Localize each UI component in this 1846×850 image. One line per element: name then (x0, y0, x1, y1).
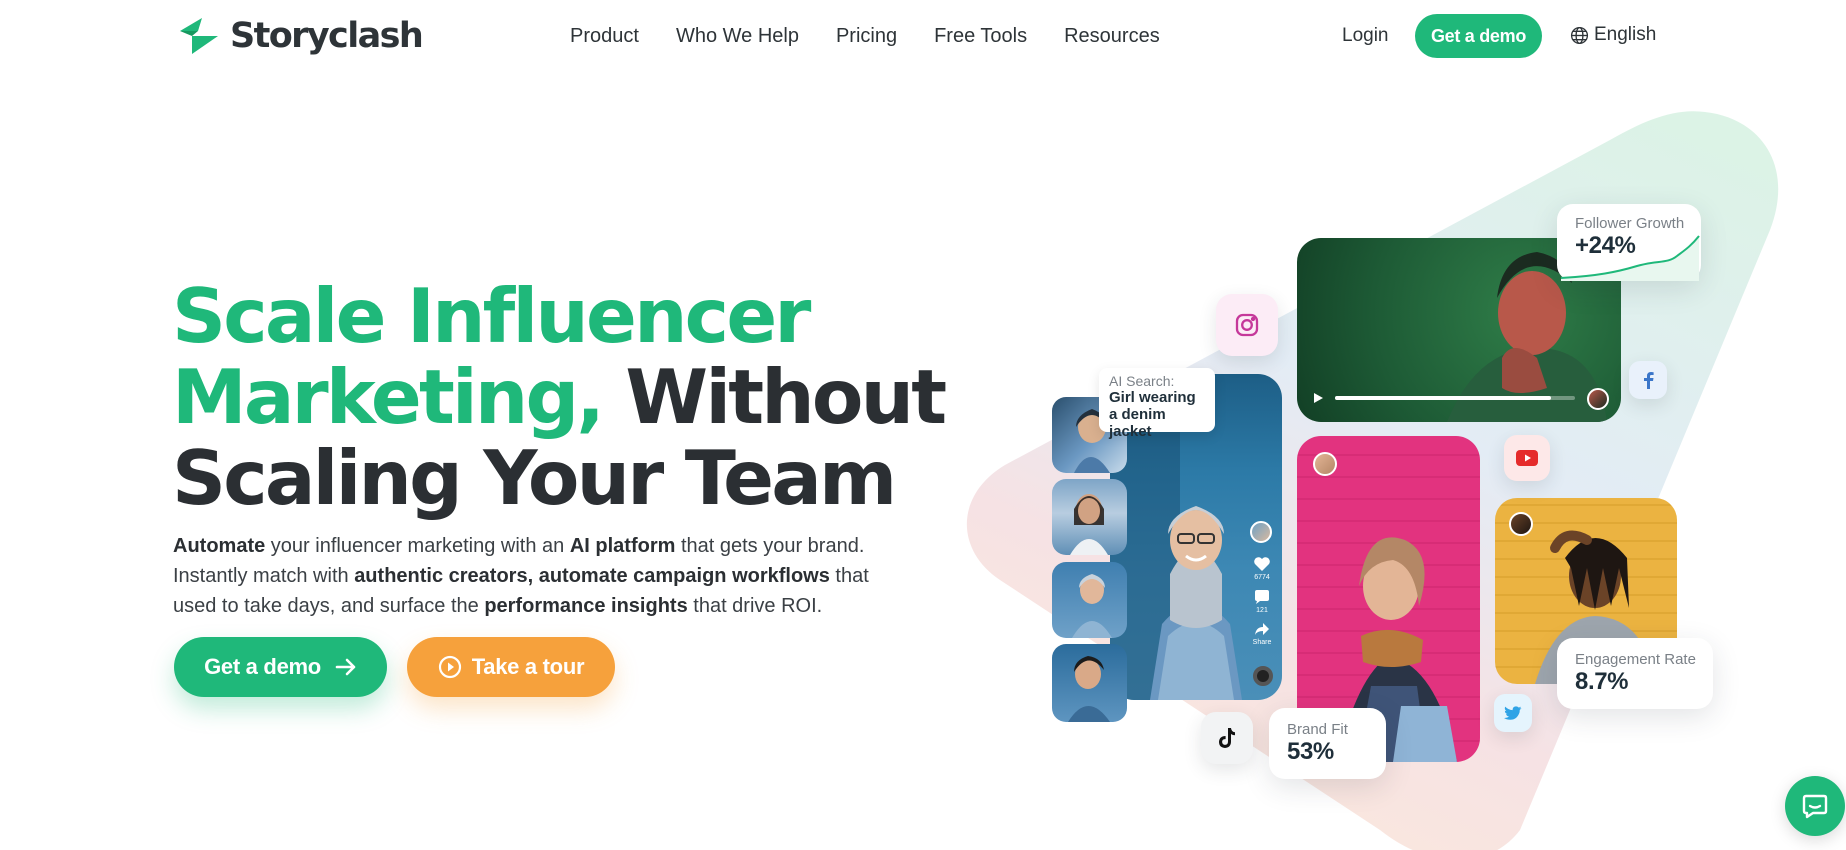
engagement-rate-card: Engagement Rate 8.7% (1557, 638, 1713, 709)
nav-product[interactable]: Product (570, 25, 639, 48)
hero-headline: Scale Influencer Marketing, Without Scal… (172, 276, 952, 519)
instagram-badge (1216, 294, 1278, 356)
pink-creator-avatar (1313, 452, 1337, 476)
brand-fit-label: Brand Fit (1287, 721, 1348, 738)
storyclash-logo[interactable]: Storyclash (178, 16, 424, 56)
tiktok-badge (1201, 712, 1253, 764)
ai-search-query: Girl wearing a denim jacket (1109, 389, 1196, 440)
youtube-badge (1504, 435, 1550, 481)
headline-line-1: Scale Influencer (172, 272, 811, 360)
heart-icon (1254, 557, 1270, 571)
video-progress-track (1335, 396, 1575, 400)
language-label: English (1594, 24, 1657, 45)
chat-widget-button[interactable] (1785, 776, 1845, 836)
brand-fit-card: Brand Fit 53% (1269, 708, 1386, 779)
lead-text-4: that drive ROI. (687, 595, 823, 617)
nav-get-a-demo-button[interactable]: Get a demo (1415, 14, 1542, 58)
hero-description: Automate your influencer marketing with … (173, 531, 893, 621)
nav-who-we-help[interactable]: Who We Help (676, 25, 799, 48)
brand-fit-value: 53% (1287, 738, 1334, 765)
comment-icon (1255, 590, 1269, 604)
login-link[interactable]: Login (1342, 25, 1389, 47)
nav-resources[interactable]: Resources (1064, 25, 1160, 48)
lead-bold-1: Automate (173, 535, 266, 557)
headline-dark-1: Without (625, 353, 947, 441)
follower-growth-label: Follower Growth (1575, 215, 1685, 232)
video-creator-avatar (1587, 388, 1609, 410)
tiktok-icon (1219, 728, 1235, 748)
video-progress-fill (1335, 396, 1551, 400)
yellow-creator-avatar (1509, 512, 1533, 536)
creator-avatar-small (1250, 521, 1272, 543)
take-a-tour-button[interactable]: Take a tour (407, 637, 615, 697)
hero-get-a-demo-button[interactable]: Get a demo (174, 637, 387, 697)
share-icon (1255, 623, 1269, 635)
follower-growth-sparkline (1560, 235, 1700, 281)
lead-bold-3: authentic creators, automate campaign wo… (354, 565, 830, 587)
lead-text-1: your influencer marketing with an (265, 535, 570, 557)
like-count: 6774 (1254, 574, 1270, 581)
thumbnail-3 (1052, 562, 1127, 638)
nav-free-tools[interactable]: Free Tools (934, 25, 1027, 48)
facebook-badge (1629, 361, 1667, 399)
thumbnail-4 (1052, 644, 1127, 722)
logo-mark-icon (180, 18, 218, 54)
engagement-rate-label: Engagement Rate (1575, 651, 1696, 668)
chat-icon (1802, 794, 1828, 819)
nav-pricing[interactable]: Pricing (836, 25, 897, 48)
youtube-icon (1516, 450, 1538, 466)
globe-icon (1570, 26, 1589, 44)
top-navigation: Storyclash Product Who We Help Pricing F… (0, 0, 1846, 74)
music-disc-icon (1253, 666, 1273, 686)
play-icon (1314, 393, 1323, 403)
language-selector[interactable]: English (1570, 24, 1656, 46)
main-menu: Product Who We Help Pricing Free Tools R… (570, 25, 1160, 48)
headline-green-2: Marketing, (172, 353, 605, 441)
logo-wordmark: Storyclash (230, 16, 424, 56)
instagram-icon (1235, 313, 1259, 337)
thumbnail-2 (1052, 479, 1127, 555)
comment-count: 121 (1256, 607, 1268, 614)
follower-growth-card: Follower Growth +24% (1557, 204, 1701, 281)
share-label: Share (1252, 639, 1272, 646)
play-circle-icon (438, 655, 461, 679)
headline-dark-2: Scaling Your Team (172, 434, 897, 522)
ai-search-tooltip: AI Search: Girl wearing a denim jacket (1099, 368, 1215, 440)
facebook-icon (1644, 372, 1654, 389)
hero-get-a-demo-label: Get a demo (204, 654, 321, 679)
engagement-rate-value: 8.7% (1575, 668, 1629, 695)
lead-bold-4: performance insights (484, 595, 688, 617)
arrow-right-icon (335, 658, 356, 676)
twitter-badge (1494, 694, 1532, 732)
ai-search-label: AI Search: (1109, 373, 1175, 389)
twitter-icon (1504, 705, 1522, 720)
lead-bold-2: AI platform (569, 535, 676, 557)
take-a-tour-label: Take a tour (471, 654, 585, 679)
